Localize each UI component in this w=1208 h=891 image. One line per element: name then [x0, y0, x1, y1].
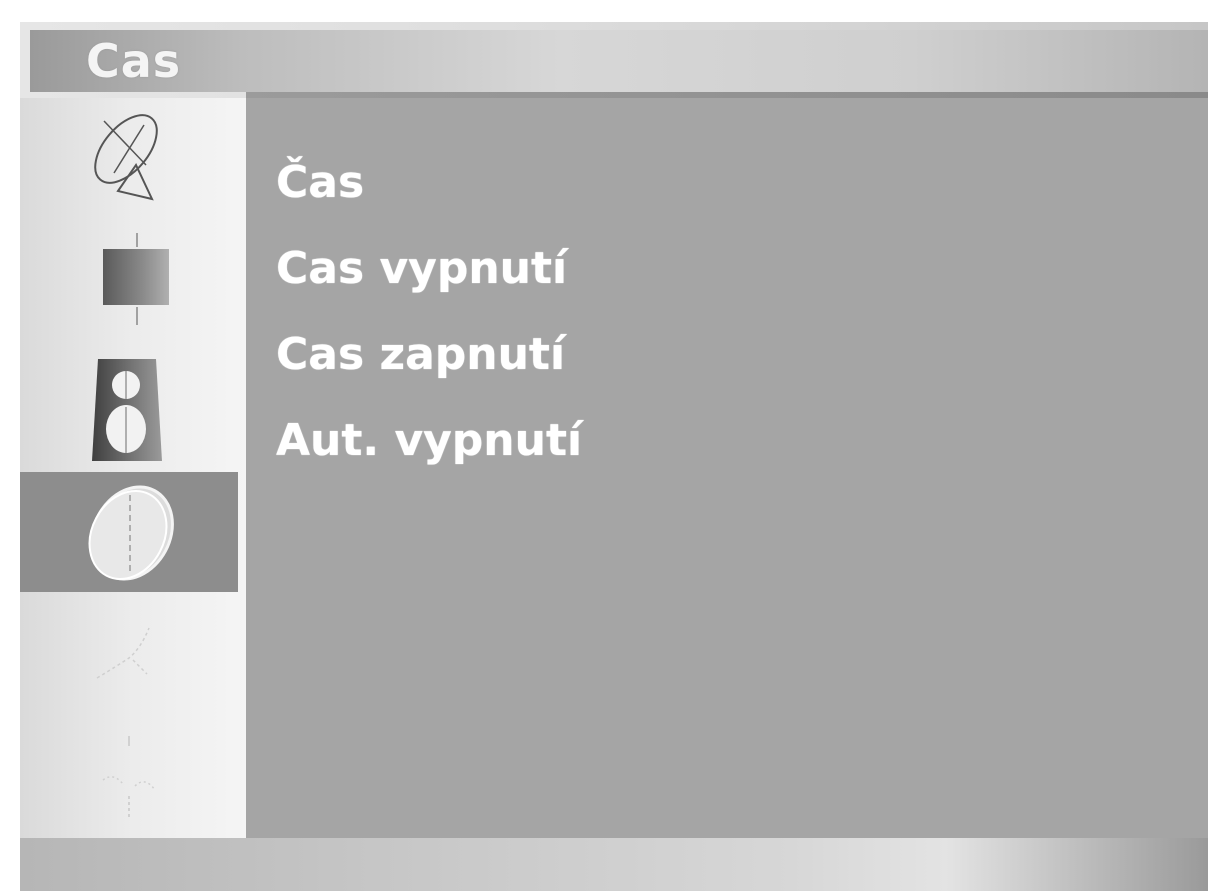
sidebar-item-picture[interactable]: [20, 223, 238, 343]
menu-item-auto-off[interactable]: Aut. vypnutí: [276, 398, 582, 484]
setup-icon: [89, 728, 169, 828]
menu-item-on-time[interactable]: Cas zapnutí: [276, 312, 582, 398]
sidebar-item-tools[interactable]: [20, 598, 238, 718]
sidebar-item-setup[interactable]: [20, 718, 238, 838]
picture-icon: [89, 233, 169, 333]
tools-icon: [89, 618, 169, 698]
submenu-panel: Čas Cas vypnutí Cas zapnutí Aut. vypnutí: [246, 98, 1208, 838]
menu-item-off-time[interactable]: Cas vypnutí: [276, 226, 582, 312]
osd-menu-screen: Cas Čas Cas vypnutí Cas zapnutí Aut. vyp…: [20, 22, 1208, 891]
submenu-list: Čas Cas vypnutí Cas zapnutí Aut. vypnutí: [276, 140, 582, 484]
bottom-bar: [20, 838, 1208, 891]
speaker-icon: [86, 355, 172, 465]
menu-title: Cas: [86, 34, 182, 88]
sidebar: [20, 98, 246, 838]
title-bar: Cas: [30, 30, 1208, 92]
satellite-dish-icon: [74, 103, 184, 213]
sidebar-item-sound[interactable]: [20, 350, 238, 470]
clock-icon: [74, 477, 184, 587]
sidebar-item-channels[interactable]: [20, 98, 238, 218]
menu-item-clock[interactable]: Čas: [276, 140, 582, 226]
sidebar-item-time[interactable]: [20, 472, 238, 592]
